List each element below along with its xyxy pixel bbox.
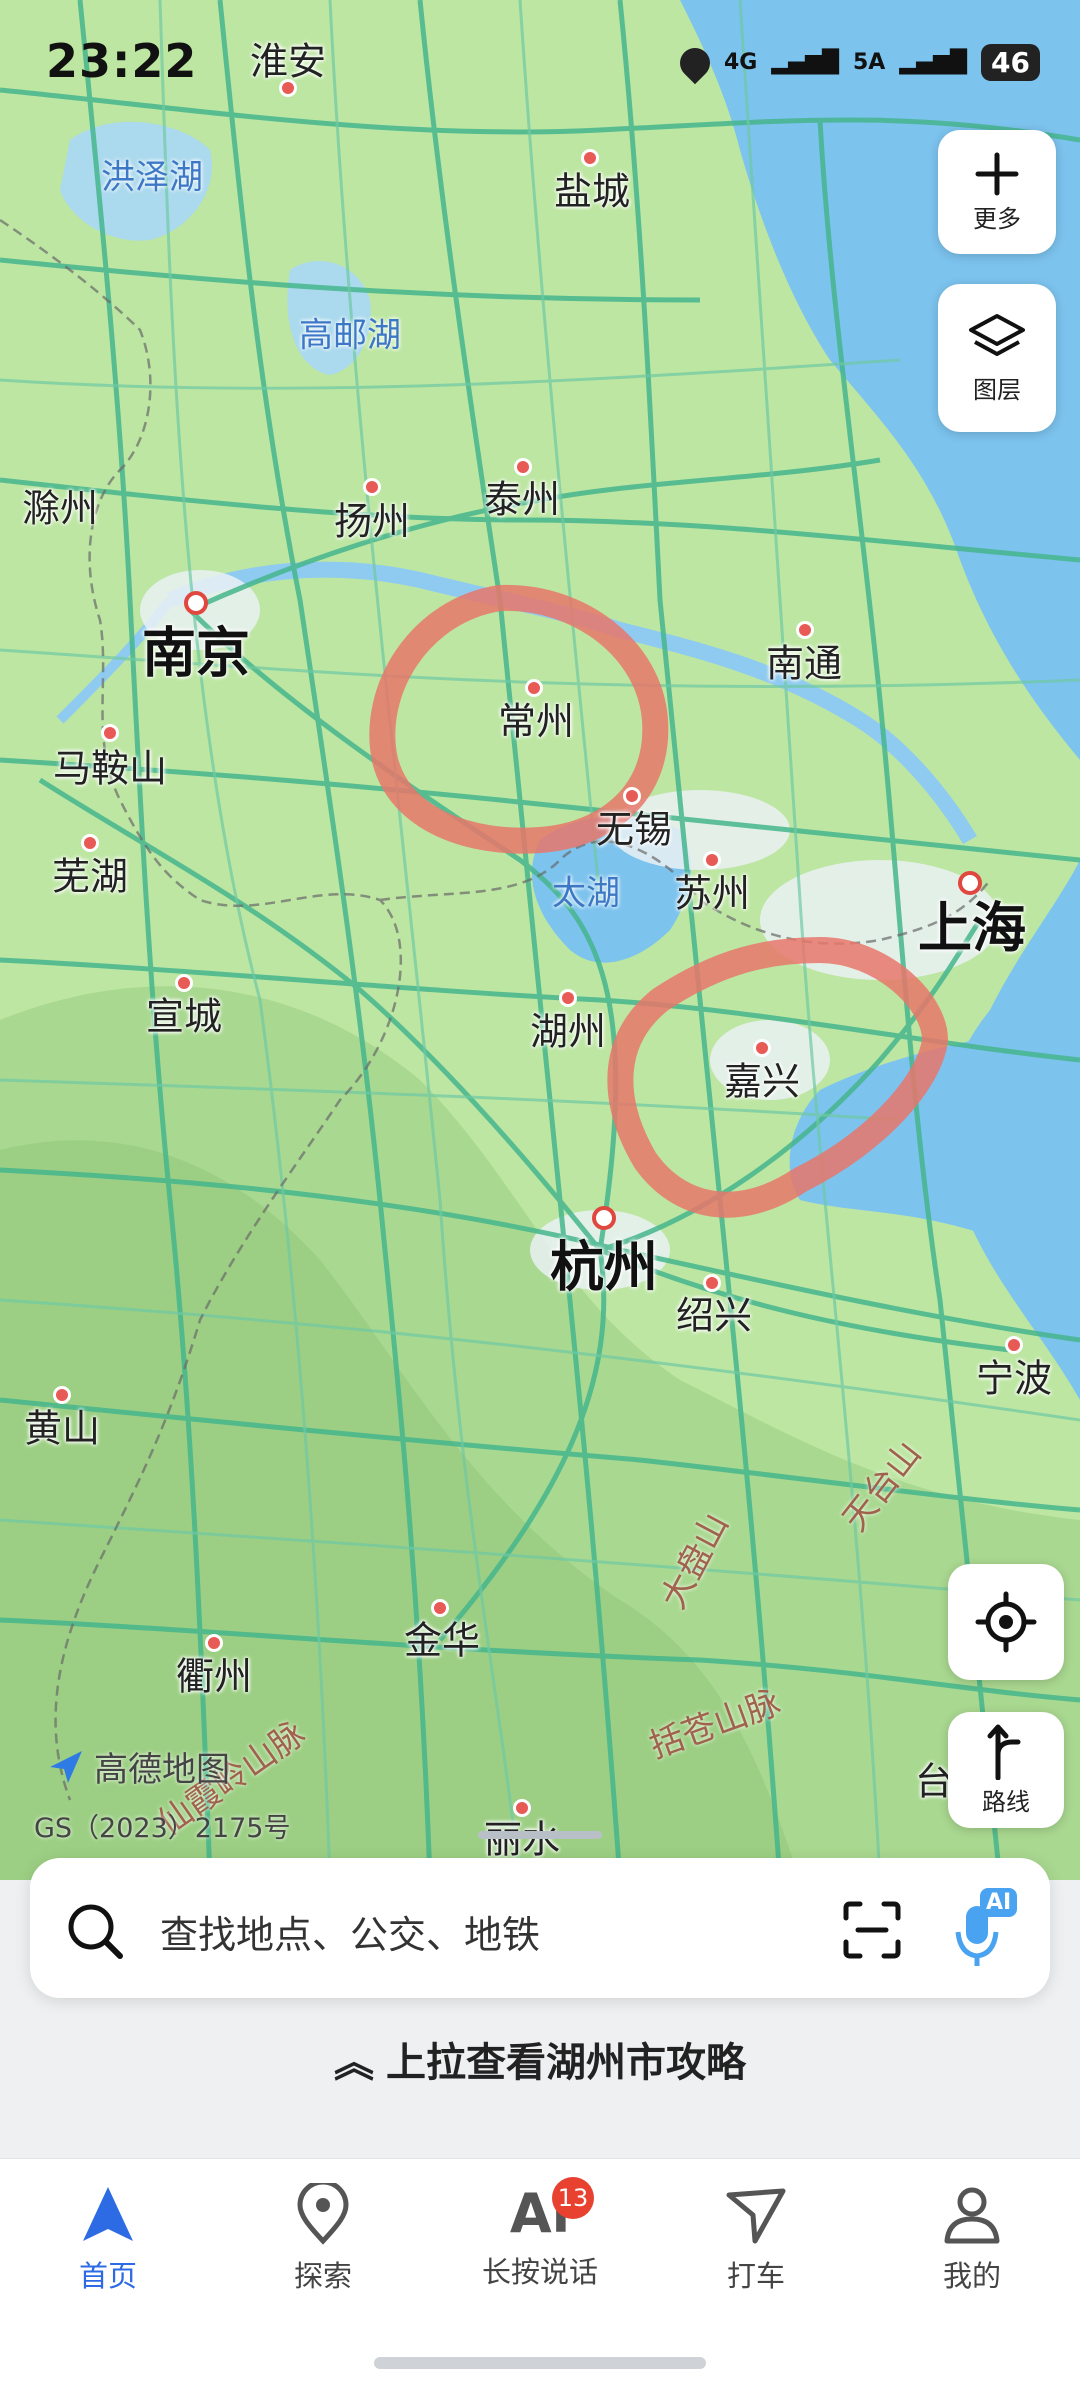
city-label[interactable]: 金华 — [404, 1610, 480, 1665]
net2-label: 5A — [853, 50, 886, 75]
pullup-text: 上拉查看湖州市攻略 — [386, 2040, 746, 2086]
city-label[interactable]: 马鞍山 — [53, 738, 167, 793]
tab-taxi[interactable]: 打车 — [676, 2183, 836, 2295]
notification-badge: 13 — [552, 2177, 594, 2219]
ai-text-icon: Ai — [509, 2182, 571, 2245]
locate-button[interactable] — [948, 1564, 1064, 1680]
city-label[interactable]: 宁波 — [976, 1348, 1052, 1403]
route-arrow-icon — [987, 1724, 1021, 1780]
layers-icon — [969, 313, 1025, 356]
city-label[interactable]: 绍兴 — [676, 1285, 752, 1340]
search-bar[interactable]: 查找地点、公交、地铁 AI — [30, 1858, 1050, 1998]
city-label[interactable]: 泰州 — [484, 469, 560, 524]
city-label[interactable]: 上海 — [918, 884, 1026, 963]
lake-label: 太湖 — [552, 873, 620, 914]
user-icon — [944, 2187, 1000, 2244]
chevron-up-icon: ︽ — [334, 2040, 374, 2086]
search-icon — [68, 1904, 123, 1959]
city-label[interactable]: 黄山 — [24, 1398, 100, 1453]
lake-label: 高邮湖 — [299, 315, 401, 356]
tab-explore[interactable]: 探索 — [243, 2179, 403, 2295]
lake-label: 洪泽湖 — [101, 157, 203, 198]
home-arrow-icon — [83, 2187, 133, 2241]
city-label[interactable]: 宣城 — [146, 986, 222, 1041]
brand-watermark: 高德地图 — [46, 1742, 230, 1791]
locate-icon — [975, 1591, 1037, 1653]
tab-profile[interactable]: 我的 — [892, 2183, 1052, 2295]
brand-name: 高德地图 — [94, 1750, 230, 1790]
pullup-hint[interactable]: ︽ 上拉查看湖州市攻略 — [0, 2030, 1080, 2088]
scan-icon[interactable] — [842, 1900, 902, 1960]
city-label[interactable]: 杭州 — [550, 1223, 658, 1302]
tab-label: 打车 — [726, 2259, 785, 2293]
taxi-arrow-icon — [726, 2188, 786, 2244]
city-label[interactable]: 盐城 — [554, 161, 630, 216]
more-label: 更多 — [973, 204, 1021, 233]
search-placeholder[interactable]: 查找地点、公交、地铁 — [160, 1904, 540, 1959]
location-status-icon — [673, 41, 717, 84]
tab-home[interactable]: 首页 — [28, 2183, 188, 2295]
route-label: 路线 — [982, 1787, 1030, 1816]
city-label[interactable]: 湖州 — [530, 1001, 606, 1056]
tab-label: 长按说话 — [481, 2255, 598, 2289]
city-label[interactable]: 衢州 — [176, 1646, 252, 1701]
location-pin-icon — [297, 2179, 349, 2245]
status-bar: 23:22 4G ▂▄▆█ 5A ▂▄▆█ 46 — [0, 0, 1080, 130]
tab-label: 我的 — [942, 2259, 1001, 2293]
city-label[interactable]: 南通 — [766, 633, 842, 688]
signal-icon: ▂▄▆█ — [771, 50, 839, 75]
signal-icon-2: ▂▄▆█ — [899, 50, 968, 75]
layers-label: 图层 — [973, 375, 1021, 404]
layers-button[interactable]: 图层 — [938, 284, 1056, 432]
tab-label: 探索 — [293, 2259, 352, 2293]
drag-handle[interactable] — [478, 1831, 602, 1839]
city-label[interactable]: 滁州 — [22, 478, 98, 533]
battery-icon: 46 — [981, 44, 1040, 81]
city-label[interactable]: 嘉兴 — [724, 1051, 800, 1106]
city-label[interactable]: 扬州 — [334, 491, 410, 546]
city-label[interactable]: 无锡 — [596, 799, 672, 854]
license-number: GS（2023）2175号 — [34, 1813, 291, 1844]
ai-badge: AI — [980, 1888, 1018, 1917]
net1-label: 4G — [723, 50, 758, 75]
home-indicator[interactable] — [374, 2357, 706, 2369]
more-button[interactable]: 更多 — [938, 130, 1056, 254]
status-time: 23:22 — [46, 34, 198, 88]
status-icons: 4G ▂▄▆█ 5A ▂▄▆█ 46 — [673, 41, 1040, 84]
plus-icon — [975, 152, 1019, 195]
tab-voice[interactable]: Ai 13 长按说话 — [460, 2177, 620, 2291]
ai-voice-button[interactable]: AI — [952, 1888, 1024, 1972]
city-label[interactable]: 芜湖 — [52, 846, 128, 901]
city-label[interactable]: 南京 — [142, 609, 250, 688]
city-label[interactable]: 常州 — [498, 691, 574, 746]
city-label[interactable]: 苏州 — [674, 863, 750, 918]
tab-label: 首页 — [78, 2259, 137, 2293]
route-button[interactable]: 路线 — [948, 1712, 1064, 1828]
amap-logo-icon — [50, 1750, 82, 1783]
